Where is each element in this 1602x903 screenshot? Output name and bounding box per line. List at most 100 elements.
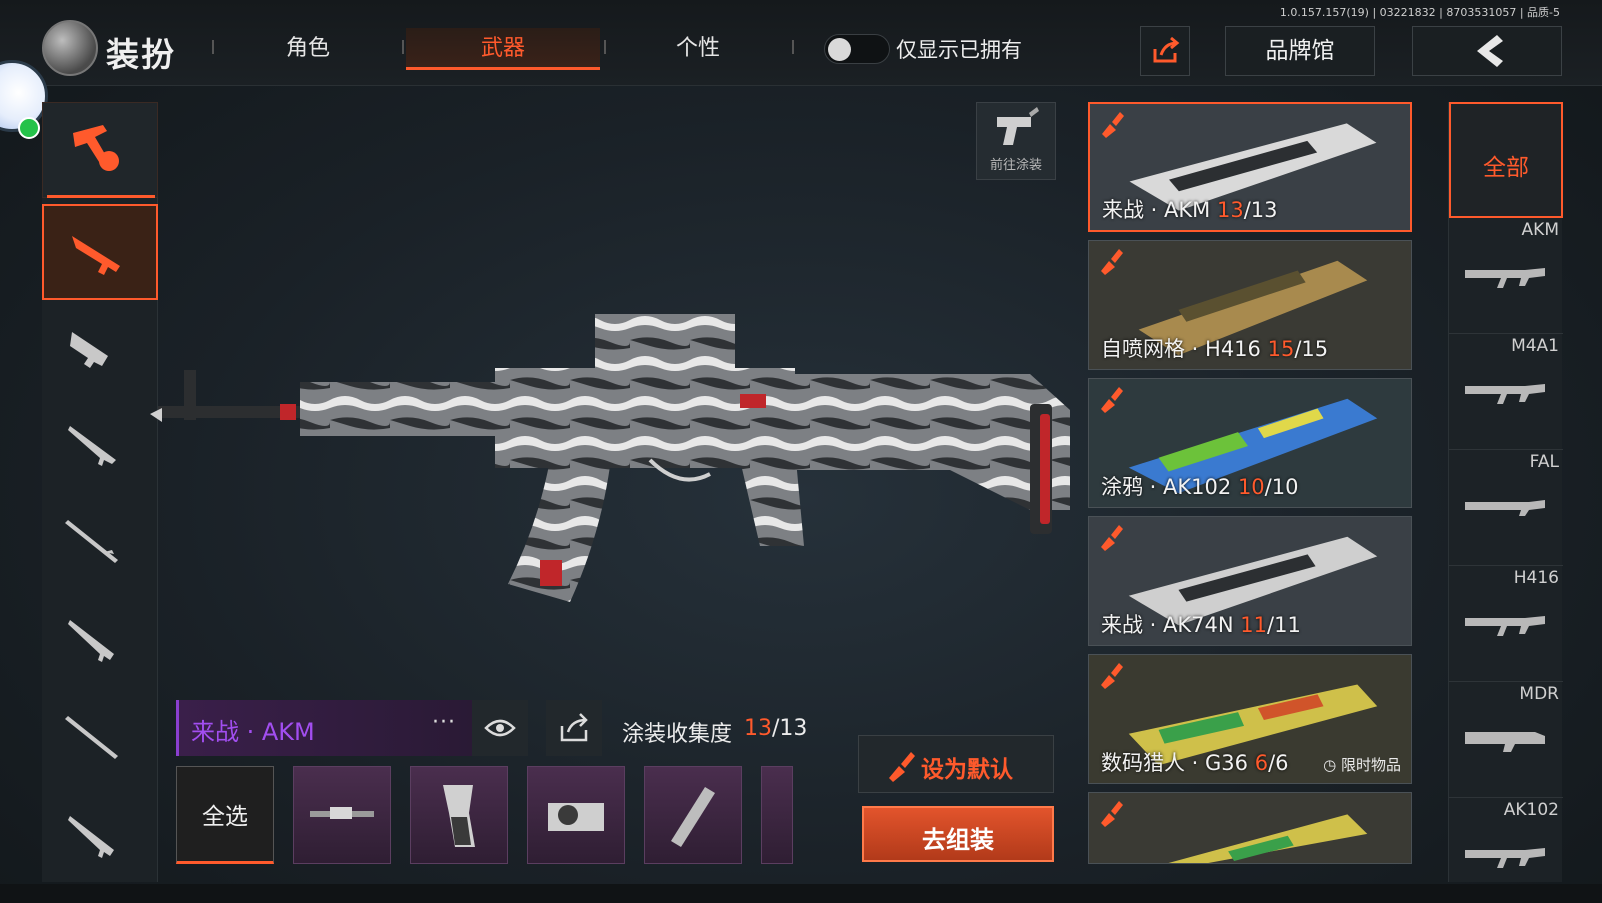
current-skin-name: 来战 · AKM — [191, 718, 315, 746]
sniper-rifle-icon — [65, 520, 118, 563]
m4a1-icon — [1465, 384, 1545, 404]
tab-separator — [792, 40, 794, 54]
limited-item-badge: ◷ 限时物品 — [1323, 756, 1401, 774]
page-title: 装扮 — [106, 35, 176, 74]
akm-rifle-model — [150, 314, 1070, 602]
filter-all[interactable]: 全部 — [1449, 102, 1563, 218]
filter-label: AKM — [1521, 220, 1559, 240]
bottom-edge — [0, 884, 1602, 903]
goto-paint-label: 前往涂装 — [989, 158, 1042, 173]
tab-separator — [212, 40, 214, 54]
brand-hall-button[interactable]: 品牌馆 — [1225, 26, 1375, 76]
part-slot-barrel[interactable] — [293, 766, 391, 864]
part-slot-grip[interactable] — [410, 766, 508, 864]
akm-icon — [1465, 268, 1545, 288]
mdr-icon — [1465, 732, 1545, 752]
game-screen: { "version": "1.0.157.157(19) | 03221832… — [0, 0, 1602, 903]
top-bar: 1.0.157.157(19) | 03221832 | 8703531057 … — [0, 0, 1602, 86]
share-button[interactable] — [1140, 26, 1190, 76]
tab-character[interactable]: 角色 — [218, 28, 398, 70]
category-dmr[interactable] — [42, 596, 158, 692]
category-bolt-action[interactable] — [42, 694, 158, 790]
part-slot-sight[interactable] — [527, 766, 625, 864]
category-all-weapons[interactable] — [42, 102, 158, 198]
collection-progress: 13/13 — [744, 716, 807, 741]
skin-card-name: 数码猎人 · G36 6/6 — [1101, 751, 1289, 775]
back-button[interactable] — [1412, 26, 1562, 76]
filter-m4a1[interactable]: M4A1 — [1449, 334, 1563, 450]
preview-button[interactable] — [472, 700, 528, 756]
skin-card[interactable]: 涂鸦 · AK102 10/10 — [1088, 378, 1412, 508]
assemble-label: 去组装 — [922, 826, 994, 854]
red-dot-sight-icon — [548, 803, 604, 831]
toggle-knob — [828, 38, 851, 61]
assault-rifle-icon — [72, 236, 120, 275]
category-shotgun[interactable] — [42, 400, 158, 496]
ak102-icon — [1465, 848, 1545, 868]
assemble-button[interactable]: 去组装 — [862, 806, 1054, 862]
share-icon — [560, 713, 588, 742]
bolt-rifle-icon — [65, 716, 118, 759]
marksman-rifle-icon — [68, 620, 114, 662]
owned-only-toggle[interactable] — [824, 34, 890, 64]
category-underline — [47, 195, 155, 198]
brush-icon — [1101, 525, 1123, 551]
globe-logo-icon — [42, 20, 98, 76]
skin-card[interactable]: 来战 · AKM 13/13 — [1088, 102, 1412, 232]
eye-icon — [484, 719, 516, 737]
tab-weapons[interactable]: 武器 — [406, 28, 600, 70]
category-smg[interactable] — [42, 302, 158, 398]
h416-icon — [1465, 616, 1545, 636]
tab-separator — [402, 40, 404, 54]
weapon-filter-sidebar: 全部 AKM M4A1 FAL H416 MDR AK102 — [1448, 102, 1563, 882]
tab-personality[interactable]: 个性 — [608, 28, 788, 70]
category-lmg[interactable] — [42, 792, 158, 888]
collection-label: 涂装收集度 — [622, 722, 733, 747]
part-slot-more[interactable] — [761, 766, 793, 864]
filter-all-label: 全部 — [1483, 155, 1529, 181]
paint-gun-icon — [997, 107, 1039, 145]
brush-icon — [1101, 801, 1123, 827]
brush-icon — [1101, 663, 1123, 689]
filter-akm[interactable]: AKM — [1449, 218, 1563, 334]
skin-card-name: 来战 · AKM 13/13 — [1102, 198, 1278, 222]
skin-card[interactable]: 来战 · AK74N 11/11 — [1088, 516, 1412, 646]
filter-label: M4A1 — [1511, 336, 1559, 356]
select-all-label: 全选 — [202, 804, 248, 830]
weapons-group-icon — [73, 125, 119, 171]
skin-card-name: 来战 · AK74N 11/11 — [1101, 613, 1301, 637]
grip-part-icon — [443, 785, 475, 847]
goto-paint-button[interactable]: 前往涂装 — [976, 102, 1056, 180]
filter-label: H416 — [1513, 568, 1559, 588]
set-default-button[interactable]: 设为默认 — [858, 735, 1054, 793]
weapon-model-view[interactable] — [150, 310, 1080, 640]
smg-icon — [70, 332, 108, 368]
filter-mdr[interactable]: MDR — [1449, 682, 1563, 798]
barrel-part-icon — [310, 807, 374, 819]
more-options-button[interactable]: ··· — [432, 710, 456, 735]
skin-card-name: 涂鸦 · AK102 10/10 — [1101, 475, 1299, 499]
category-sniper[interactable] — [42, 498, 158, 594]
skin-preview-image — [1089, 793, 1411, 863]
weapon-category-sidebar — [42, 102, 158, 882]
part-slot-stock[interactable] — [644, 766, 742, 864]
skin-card[interactable]: 数码猎人 · G36 6/6 ◷ 限时物品 — [1088, 654, 1412, 784]
brush-icon — [1102, 112, 1124, 138]
back-arrow-icon — [1477, 35, 1503, 67]
share-skin-button[interactable] — [546, 700, 602, 756]
version-text: 1.0.157.157(19) | 03221832 | 8703531057 … — [1279, 6, 1560, 19]
skin-card[interactable]: 自喷网格 · H416 15/15 — [1088, 240, 1412, 370]
skin-card[interactable] — [1088, 792, 1412, 864]
category-assault-rifle[interactable] — [42, 204, 158, 300]
filter-ak102[interactable]: AK102 — [1449, 798, 1563, 882]
skin-card-name: 自喷网格 · H416 15/15 — [1101, 337, 1329, 361]
current-skin-bar[interactable]: 来战 · AKM ··· — [176, 700, 472, 756]
fal-icon — [1465, 500, 1545, 516]
tab-separator — [604, 40, 606, 54]
filter-h416[interactable]: H416 — [1449, 566, 1563, 682]
filter-label: FAL — [1529, 452, 1559, 472]
filter-fal[interactable]: FAL — [1449, 450, 1563, 566]
share-icon — [1153, 36, 1180, 63]
select-all-parts-button[interactable]: 全选 — [176, 766, 274, 864]
stock-part-icon — [671, 787, 715, 847]
